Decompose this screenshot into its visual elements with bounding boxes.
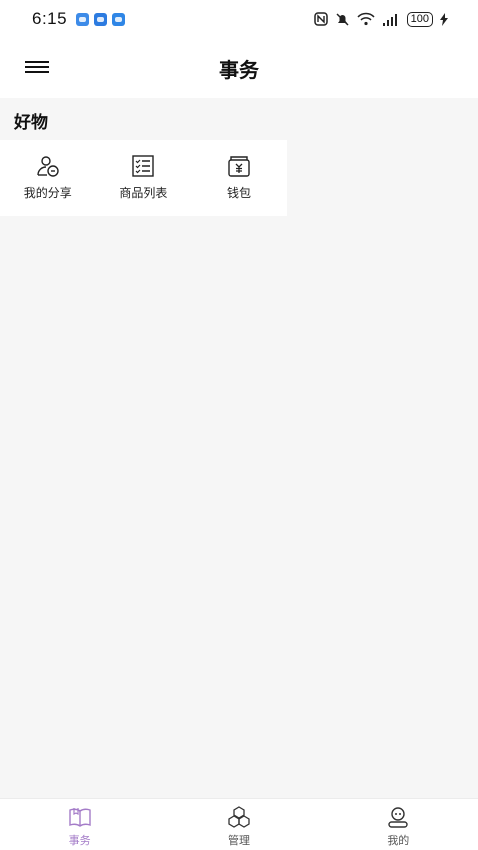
tab-affairs[interactable]: 事务 bbox=[0, 799, 159, 850]
grid-item-label: 钱包 bbox=[226, 186, 251, 200]
wallet-icon bbox=[228, 156, 250, 177]
app-notification-icon bbox=[112, 12, 126, 26]
app-header: 事务 bbox=[0, 38, 478, 98]
tab-management[interactable]: 管理 bbox=[159, 799, 318, 850]
app-notification-icon bbox=[94, 12, 108, 26]
feature-grid: 我的分享 商品列表 钱包 bbox=[0, 140, 287, 216]
wifi-icon bbox=[357, 12, 375, 26]
user-share-icon bbox=[37, 156, 59, 177]
status-bar: 6:15 100 bbox=[0, 0, 478, 38]
profile-icon bbox=[388, 807, 409, 828]
wallet-button[interactable]: 钱包 bbox=[191, 140, 287, 216]
grid-item-label: 商品列表 bbox=[119, 186, 168, 200]
signal-icon bbox=[382, 13, 397, 26]
charging-icon bbox=[440, 12, 448, 26]
status-time: 6:15 bbox=[32, 9, 68, 28]
page-title: 事务 bbox=[219, 58, 259, 82]
tab-label: 我的 bbox=[387, 834, 410, 847]
product-list-button[interactable]: 商品列表 bbox=[96, 140, 192, 216]
my-share-button[interactable]: 我的分享 bbox=[0, 140, 96, 216]
status-right: 100 bbox=[313, 11, 448, 27]
book-icon bbox=[68, 808, 91, 827]
tab-mine[interactable]: 我的 bbox=[319, 799, 478, 850]
grid-item-label: 我的分享 bbox=[23, 186, 72, 200]
section-title: 好物 bbox=[14, 113, 48, 133]
bottom-tab-bar: 事务 管理 我的 bbox=[0, 798, 478, 850]
tab-label: 事务 bbox=[68, 834, 91, 847]
status-left: 6:15 bbox=[32, 9, 126, 29]
tab-label: 管理 bbox=[227, 834, 250, 847]
list-icon bbox=[132, 155, 155, 177]
battery-level: 100 bbox=[406, 11, 433, 27]
cubes-icon bbox=[228, 806, 250, 828]
nfc-icon bbox=[313, 12, 328, 26]
app-notification-icon bbox=[76, 12, 90, 26]
mute-icon bbox=[336, 12, 349, 26]
